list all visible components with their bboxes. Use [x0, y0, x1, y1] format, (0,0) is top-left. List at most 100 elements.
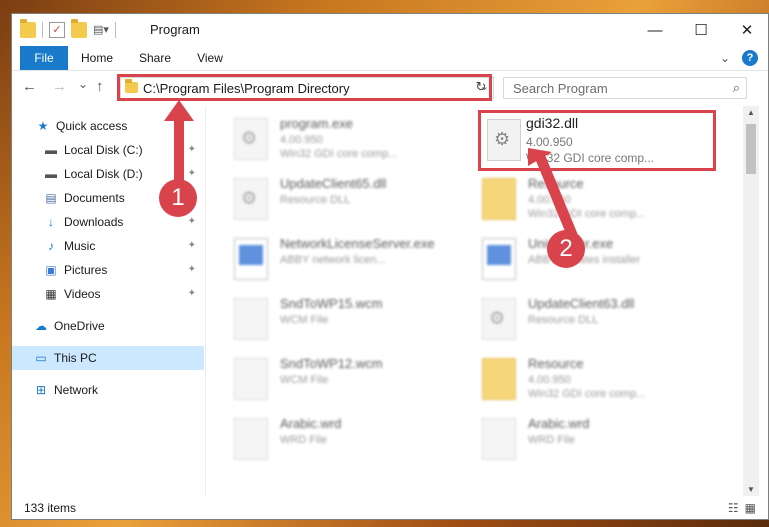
up-arrow-icon[interactable]: ↑ [96, 78, 104, 95]
list-item[interactable]: program.exe 4.00.950 Win32 GDI core comp… [208, 110, 448, 168]
tab-share[interactable]: Share [132, 46, 178, 70]
drive-icon: ▬ [45, 167, 57, 181]
sidebar-item-videos[interactable]: ▦ Videos ✦ [12, 282, 204, 306]
toolbar-divider [115, 22, 116, 38]
refresh-icon[interactable]: ↻ [472, 79, 490, 97]
list-item[interactable]: SndToWP12.wcm WCM File [208, 350, 448, 408]
videos-icon: ▦ [45, 287, 57, 301]
help-icon[interactable]: ? [742, 50, 758, 66]
window-title: Program [150, 22, 200, 37]
file-name: Resource [528, 356, 584, 371]
tab-home[interactable]: Home [74, 46, 120, 70]
sidebar-item-label: Quick access [56, 119, 128, 133]
folder-icon [482, 358, 516, 400]
tab-view[interactable]: View [188, 46, 232, 70]
navigation-bar: ← → ⌄ ↑ C:\Program Files\Program Directo… [12, 71, 768, 105]
pictures-icon: ▣ [45, 263, 57, 277]
step-badge-2: 2 [547, 230, 585, 268]
back-arrow-icon[interactable]: ← [22, 78, 37, 95]
search-placeholder: Search Program [513, 81, 608, 96]
list-item[interactable]: Arabic.wrd WRD File [456, 410, 696, 468]
music-icon: ♪ [48, 239, 54, 253]
list-item[interactable]: UpdateClient63.dll Resource DLL [456, 290, 696, 348]
vertical-scrollbar[interactable]: ▲ ▼ [743, 106, 759, 496]
star-icon: ★ [37, 119, 49, 133]
file-name: program.exe [280, 116, 353, 131]
sidebar-item-local-disk-c[interactable]: ▬ Local Disk (C:) ✦ [12, 138, 204, 162]
file-version: 4.00.950 [528, 194, 571, 206]
properties-icon[interactable]: ✓ [49, 22, 65, 38]
sidebar-item-network[interactable]: ⊞ Network [12, 378, 204, 402]
search-input[interactable]: Search Program ⌕ [503, 77, 747, 99]
list-item[interactable]: Arabic.wrd WRD File [208, 410, 448, 468]
chevron-down-icon[interactable]: ⌄ [720, 51, 730, 65]
sidebar-item-label: Documents [64, 191, 125, 205]
quick-access-toolbar: ✓ ▤▾ [20, 19, 116, 38]
pin-icon[interactable]: ✦ [188, 240, 196, 251]
sidebar-item-label: OneDrive [54, 319, 105, 333]
drive-icon: ▬ [45, 143, 57, 157]
scroll-down-icon[interactable]: ▼ [743, 485, 759, 494]
sidebar-item-label: Local Disk (C:) [64, 143, 143, 157]
file-type: WCM File [280, 374, 329, 386]
file-version: 4.00.950 [528, 374, 571, 386]
file-version: 4.00.950 [280, 134, 323, 146]
large-icons-view-icon[interactable]: ▦ [745, 501, 756, 515]
file-type: WRD File [528, 434, 576, 446]
sidebar-item-this-pc[interactable]: ▭ This PC [12, 346, 204, 370]
explorer-window: ✓ ▤▾ Program — ☐ ✕ File Home Share View … [11, 13, 769, 520]
pin-icon[interactable]: ✦ [188, 168, 196, 179]
file-description: Win32 GDI core comp... [528, 208, 646, 220]
customize-toolbar-icon[interactable]: ▤▾ [93, 22, 109, 38]
ribbon-tabs: File Home Share View ⌄ ? [12, 46, 768, 71]
new-folder-icon[interactable] [71, 19, 87, 38]
pin-icon[interactable]: ✦ [188, 288, 196, 299]
tab-file[interactable]: File [20, 46, 68, 70]
maximize-button[interactable]: ☐ [678, 14, 724, 46]
file-highlight-box [478, 110, 716, 171]
pin-icon[interactable]: ✦ [188, 144, 196, 155]
document-file-icon [234, 418, 268, 460]
file-name: UpdateClient63.dll [528, 296, 635, 311]
sidebar-item-onedrive[interactable]: ☁ OneDrive [12, 314, 204, 338]
list-item[interactable]: Resource 4.00.950 Win32 GDI core comp... [456, 170, 696, 228]
documents-icon: ▤ [45, 191, 57, 205]
title-bar: ✓ ▤▾ Program — ☐ ✕ [12, 14, 768, 46]
search-icon: ⌕ [732, 80, 740, 95]
dll-file-icon [234, 118, 268, 160]
scrollbar-thumb[interactable] [746, 124, 756, 174]
pin-icon[interactable]: ✦ [188, 264, 196, 275]
pane-divider [205, 106, 206, 496]
download-icon: ↓ [48, 215, 54, 229]
pin-icon[interactable]: ✦ [188, 216, 196, 227]
details-view-icon[interactable]: ☷ [728, 501, 739, 515]
sidebar-item-label: Downloads [64, 215, 124, 229]
navigation-pane: ★ Quick access ▬ Local Disk (C:) ✦ ▬ Loc… [12, 106, 204, 496]
step-badge-1: 1 [159, 179, 197, 217]
file-type: Resource DLL [528, 314, 599, 326]
list-item[interactable]: SndToWP15.wcm WCM File [208, 290, 448, 348]
close-button[interactable]: ✕ [724, 14, 768, 46]
folder-icon [482, 178, 516, 220]
scroll-up-icon[interactable]: ▲ [743, 108, 759, 117]
exe-file-icon [482, 238, 516, 280]
sidebar-item-quick-access[interactable]: ★ Quick access [12, 114, 204, 138]
forward-arrow-icon[interactable]: → [52, 78, 67, 95]
recent-locations-icon[interactable]: ⌄ [78, 77, 88, 91]
sidebar-item-label: Pictures [64, 263, 108, 277]
file-name: Arabic.wrd [528, 416, 590, 431]
address-highlight-box [117, 74, 492, 101]
list-item[interactable]: Resource 4.00.950 Win32 GDI core comp... [456, 350, 696, 408]
minimize-button[interactable]: — [632, 14, 678, 46]
list-item[interactable]: UpdateClient65.dll Resource DLL [208, 170, 448, 228]
item-count: 133 items [24, 501, 77, 515]
sidebar-item-label: This PC [54, 351, 97, 365]
status-bar: 133 items ☷ ▦ [12, 496, 768, 519]
list-item[interactable]: NetworkLicenseServer.exe ABBY network li… [208, 230, 448, 288]
sidebar-item-pictures[interactable]: ▣ Pictures ✦ [12, 258, 204, 282]
file-name: Arabic.wrd [280, 416, 342, 431]
network-icon: ⊞ [35, 383, 47, 397]
sidebar-item-music[interactable]: ♪ Music ✦ [12, 234, 204, 258]
file-type: ABBY updates installer [528, 254, 641, 266]
cloud-icon: ☁ [35, 319, 47, 333]
